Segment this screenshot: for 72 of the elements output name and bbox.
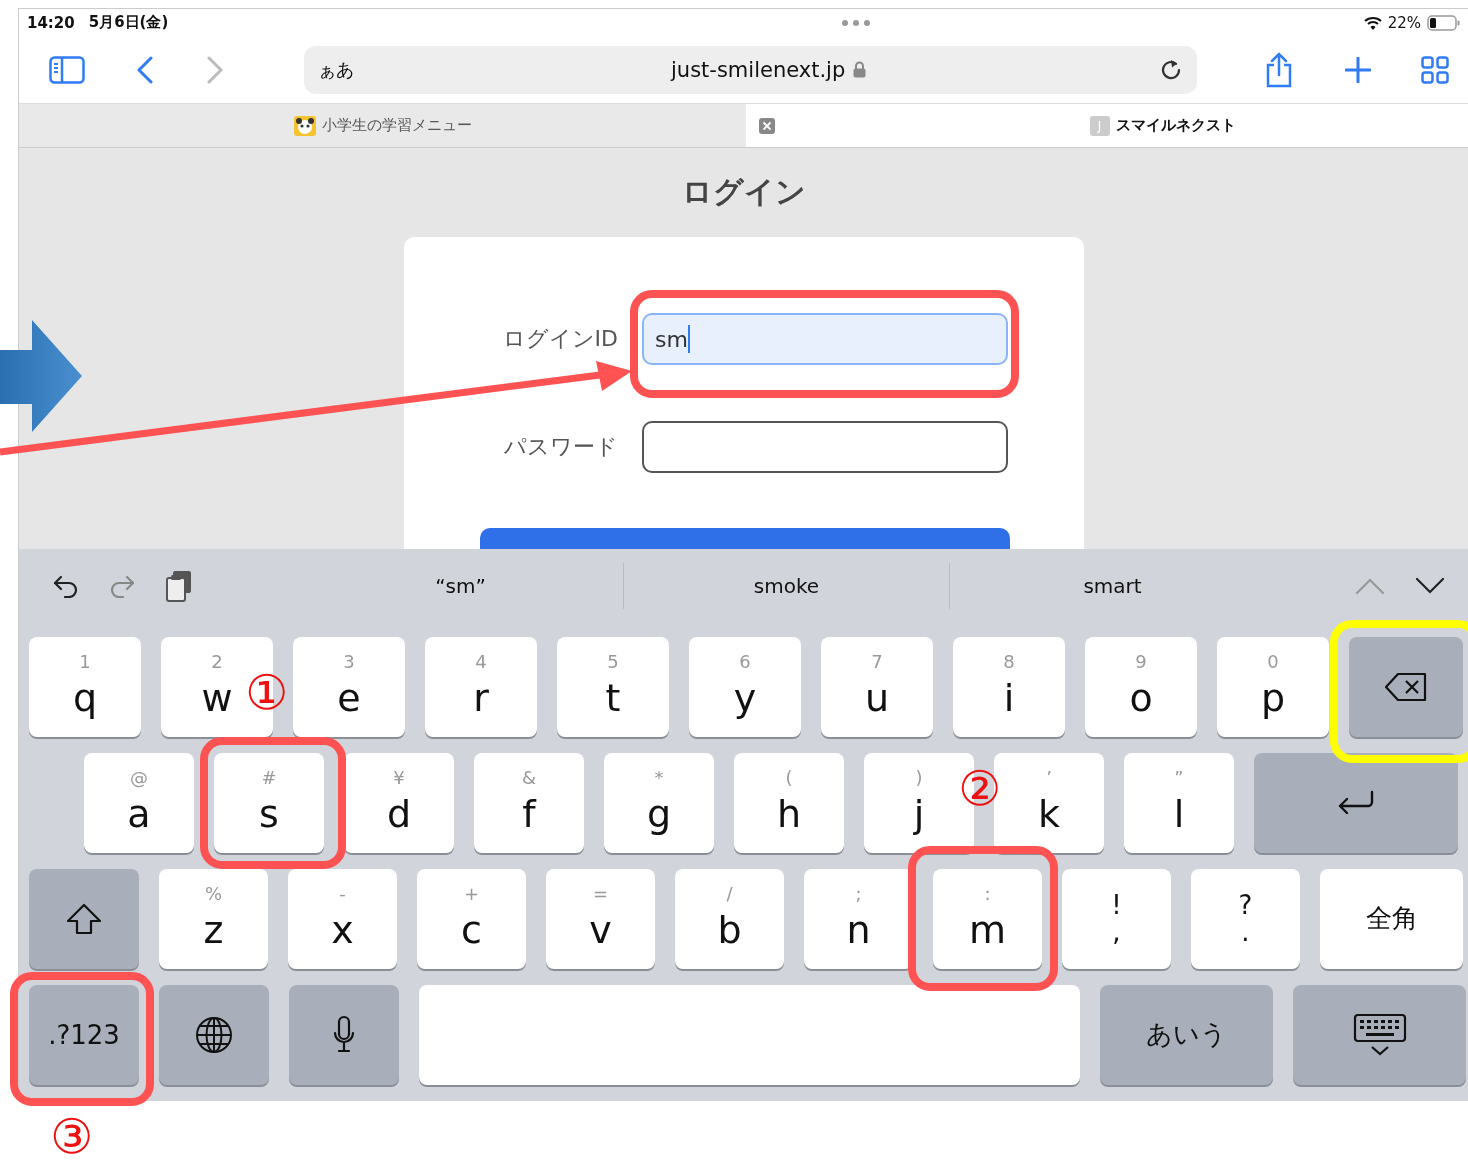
key[interactable]: @ a — [84, 753, 194, 853]
delete-icon — [1384, 672, 1428, 702]
key[interactable]: .?123 — [29, 985, 139, 1085]
key[interactable]: # s — [214, 753, 324, 853]
share-icon[interactable] — [1265, 51, 1293, 88]
shift-icon — [66, 903, 102, 935]
key[interactable]: 0 p — [1217, 637, 1329, 737]
key[interactable]: ! , — [1062, 869, 1171, 969]
key[interactable]: * g — [604, 753, 714, 853]
reload-icon[interactable] — [1159, 57, 1183, 82]
key[interactable]: % z — [159, 869, 268, 969]
key[interactable]: = v — [546, 869, 655, 969]
paste-icon[interactable] — [165, 570, 193, 603]
field-label: ログインID — [501, 325, 618, 354]
key[interactable]: ( h — [734, 753, 844, 853]
close-tab-icon[interactable] — [759, 117, 775, 134]
key[interactable]: 6 y — [689, 637, 801, 737]
key[interactable]: - x — [288, 869, 397, 969]
url-text: just-smilenext.jp — [671, 57, 846, 82]
back-icon[interactable] — [136, 55, 154, 84]
key[interactable]: 9 o — [1085, 637, 1197, 737]
key[interactable]: ? . — [1191, 869, 1300, 969]
key[interactable]: ¥ d — [344, 753, 454, 853]
battery-percent: 22% — [1387, 13, 1421, 32]
key[interactable]: ” l — [1124, 753, 1234, 853]
more-dots-icon[interactable] — [841, 18, 871, 27]
new-tab-icon[interactable] — [1345, 56, 1371, 83]
undo-icon[interactable] — [53, 574, 79, 599]
key[interactable]: 5 t — [557, 637, 669, 737]
key[interactable]: 3 e — [293, 637, 405, 737]
input-field[interactable]: sm — [642, 313, 1008, 366]
chevron-down-icon[interactable] — [1415, 577, 1445, 596]
format-button[interactable]: ぁあ — [318, 57, 438, 82]
tab-title: スマイルネクスト — [1115, 116, 1236, 136]
return-icon — [1336, 790, 1376, 816]
suggestion[interactable]: smoke — [665, 574, 908, 599]
key[interactable]: 1 q — [29, 637, 141, 737]
globe-key[interactable] — [159, 985, 269, 1085]
status-time: 14:20 — [27, 13, 75, 32]
key[interactable]: 8 i — [953, 637, 1065, 737]
page-heading: ログイン — [682, 173, 806, 212]
key[interactable]: / b — [675, 869, 784, 969]
key[interactable]: : m — [933, 869, 1042, 969]
wifi-icon — [1363, 15, 1382, 30]
tabs-overview-icon[interactable] — [1421, 55, 1449, 84]
sidebar-icon[interactable] — [49, 55, 85, 84]
key[interactable]: & f — [474, 753, 584, 853]
hide-keyboard-icon — [1352, 1013, 1407, 1057]
key[interactable]: + c — [417, 869, 526, 969]
right-arrow-icon — [0, 320, 82, 434]
tab-title: 小学生の学習メニュー — [321, 116, 472, 136]
input-field[interactable] — [642, 421, 1008, 474]
key[interactable]: 7 u — [821, 637, 933, 737]
microphone-icon — [332, 1015, 356, 1055]
status-date: 5月6日(金) — [88, 13, 169, 33]
globe-icon — [194, 1015, 234, 1055]
hide-keyboard-key[interactable] — [1293, 985, 1466, 1085]
microphone-key[interactable] — [289, 985, 399, 1085]
suggestion[interactable]: smart — [991, 574, 1234, 599]
return-key[interactable] — [1254, 753, 1458, 853]
step-number: ③ — [50, 1112, 94, 1160]
lock-icon — [853, 61, 867, 79]
key[interactable]: あいう — [1100, 985, 1273, 1085]
key[interactable]: 4 r — [425, 637, 537, 737]
redo-icon[interactable] — [109, 574, 135, 599]
key[interactable]: 全角 — [1320, 869, 1463, 969]
suggestion[interactable]: “sm” — [339, 574, 582, 599]
panda-favicon-icon — [293, 115, 316, 136]
delete-key[interactable] — [1349, 637, 1463, 737]
address-bar[interactable]: ぁあ just-smilenext.jp — [304, 45, 1197, 94]
battery-icon — [1427, 14, 1461, 31]
field-label: パスワード — [503, 433, 618, 462]
